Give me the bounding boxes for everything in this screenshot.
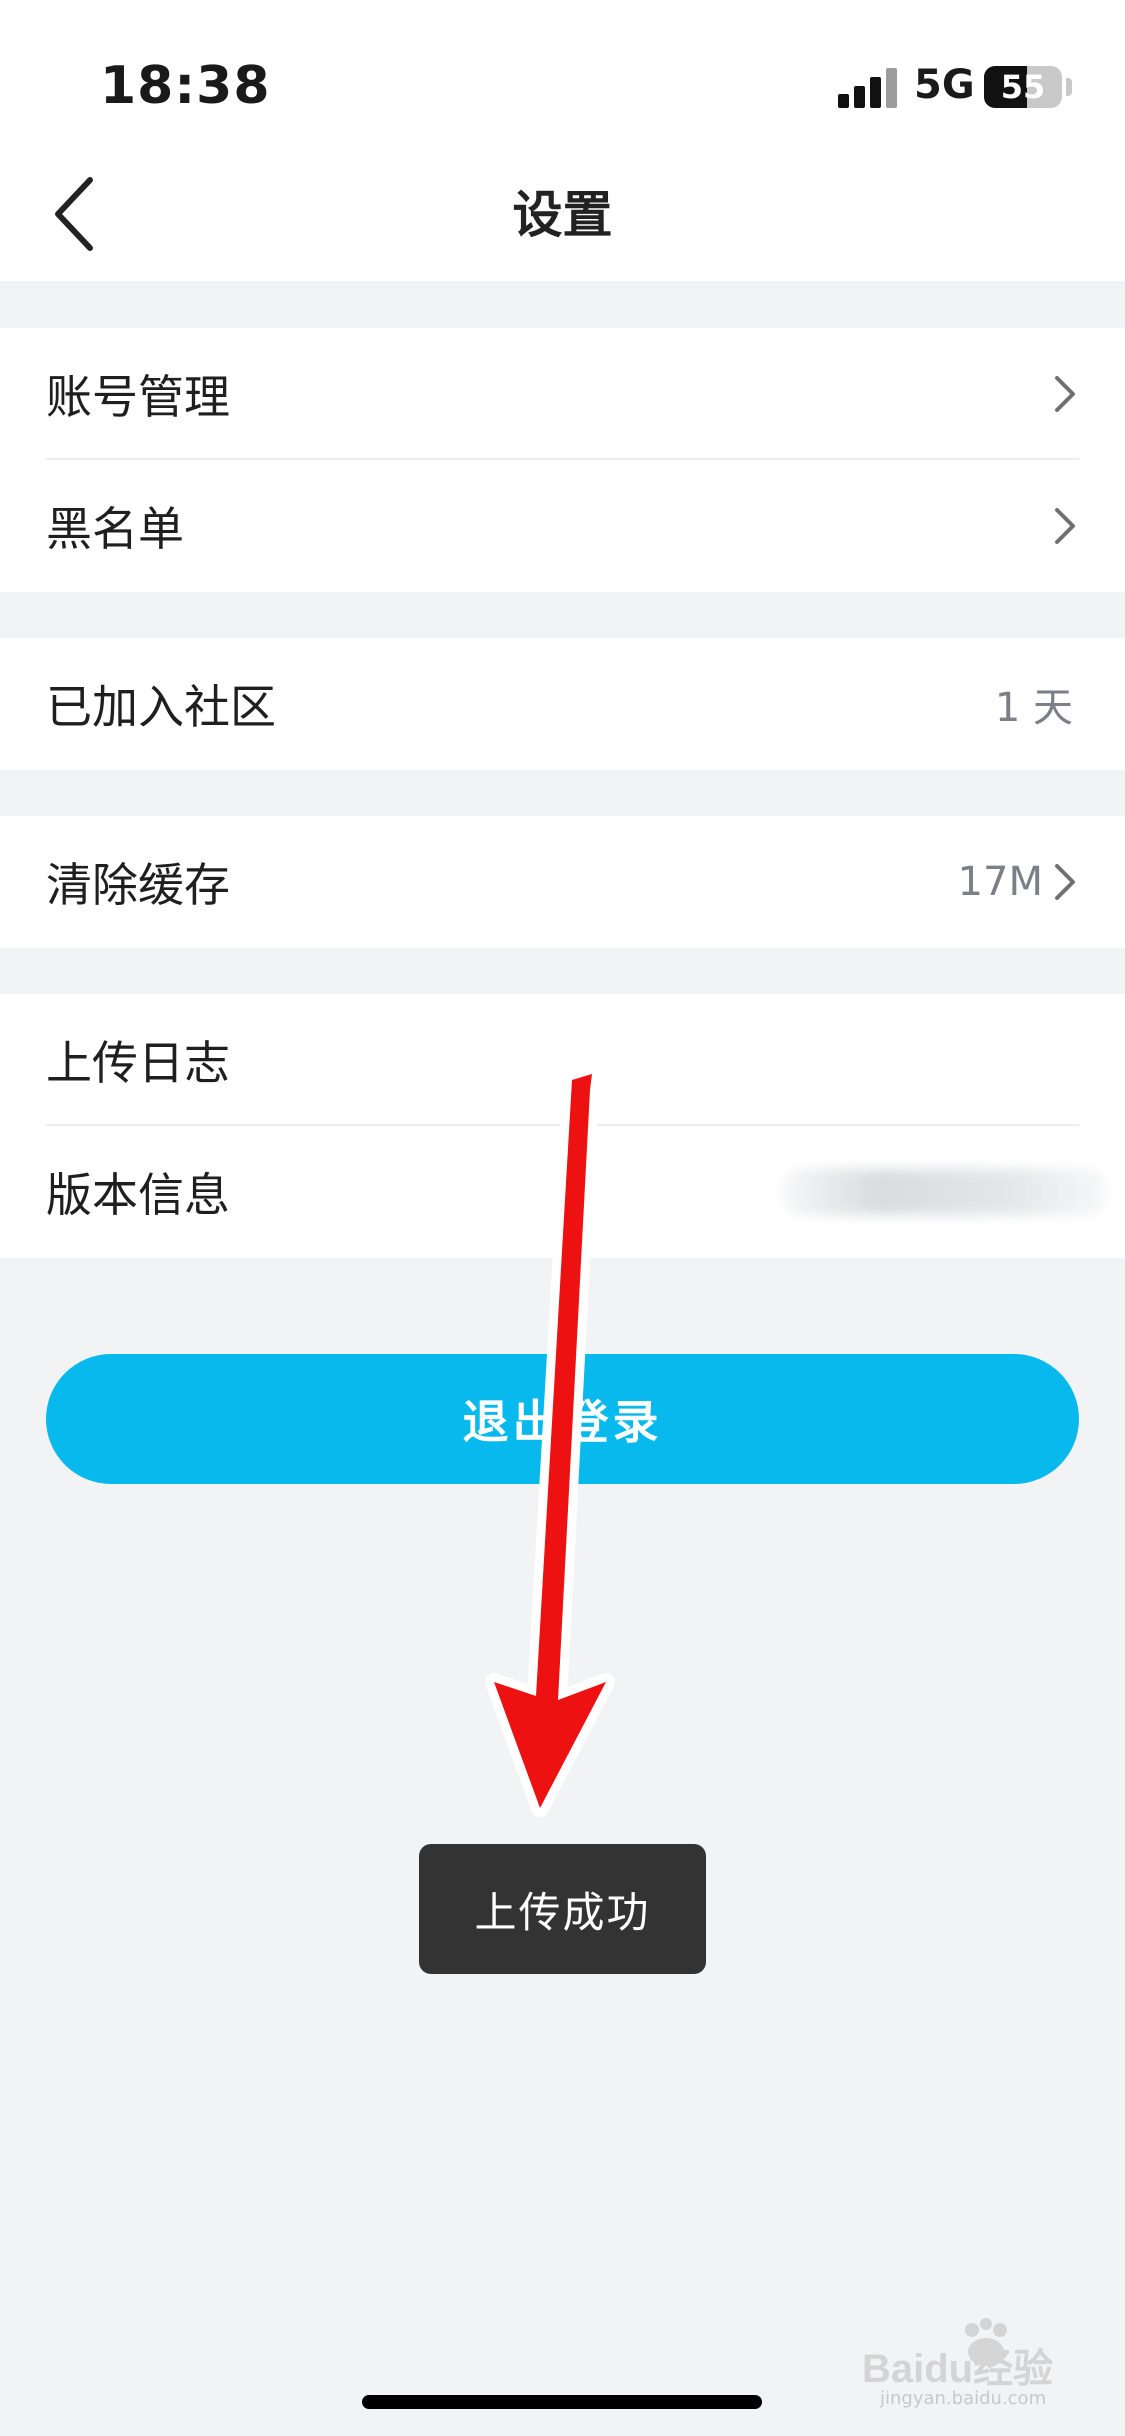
status-time: 18:38: [100, 56, 271, 116]
settings-item-label: 版本信息: [46, 1168, 230, 1222]
logout-button[interactable]: 退出登录: [46, 1354, 1079, 1484]
settings-group-account: 账号管理 黑名单: [0, 328, 1125, 592]
settings-item-label: 清除缓存: [46, 858, 230, 912]
home-indicator: [362, 2395, 762, 2409]
settings-item-label: 黑名单: [46, 502, 184, 556]
network-type: 5G: [914, 62, 975, 108]
settings-group-cache: 清除缓存 17M: [0, 816, 1125, 948]
watermark-brand: Baidu经验: [862, 2347, 1053, 2391]
chevron-right-icon: [1055, 376, 1075, 412]
battery-level: 55: [1000, 68, 1046, 106]
cellular-signal-icon: [838, 66, 898, 108]
settings-item-label: 已加入社区: [46, 680, 276, 734]
settings-item-blacklist[interactable]: 黑名单: [0, 460, 1125, 592]
watermark-url: jingyan.baidu.com: [880, 2388, 1047, 2409]
settings-group-about: 上传日志 版本信息: [0, 994, 1125, 1258]
chevron-right-icon: [1055, 864, 1075, 900]
settings-item-label: 上传日志: [46, 1036, 230, 1090]
settings-item-version-info[interactable]: 版本信息: [0, 1126, 1125, 1258]
status-bar: 18:38 5G 55: [0, 0, 1125, 175]
settings-item-joined-community: 已加入社区 1 天: [0, 638, 1125, 770]
joined-duration-value: 1 天: [994, 685, 1073, 731]
baidu-jingyan-watermark: Baidu经验: [862, 2318, 1053, 2391]
page-title: 设置: [512, 186, 613, 244]
battery-cap: [1066, 78, 1072, 96]
toast-message: 上传成功: [419, 1844, 706, 1974]
battery-icon: 55: [984, 66, 1062, 108]
cache-size-value: 17M: [957, 859, 1043, 905]
settings-group-community: 已加入社区 1 天: [0, 638, 1125, 770]
nav-bar: 设置: [0, 175, 1125, 281]
settings-item-clear-cache[interactable]: 清除缓存 17M: [0, 816, 1125, 948]
version-value-obscured: [779, 1169, 1109, 1215]
settings-item-account-management[interactable]: 账号管理: [0, 328, 1125, 460]
chevron-right-icon: [1055, 508, 1075, 544]
settings-item-label: 账号管理: [46, 370, 230, 424]
settings-item-upload-log[interactable]: 上传日志: [0, 994, 1125, 1126]
